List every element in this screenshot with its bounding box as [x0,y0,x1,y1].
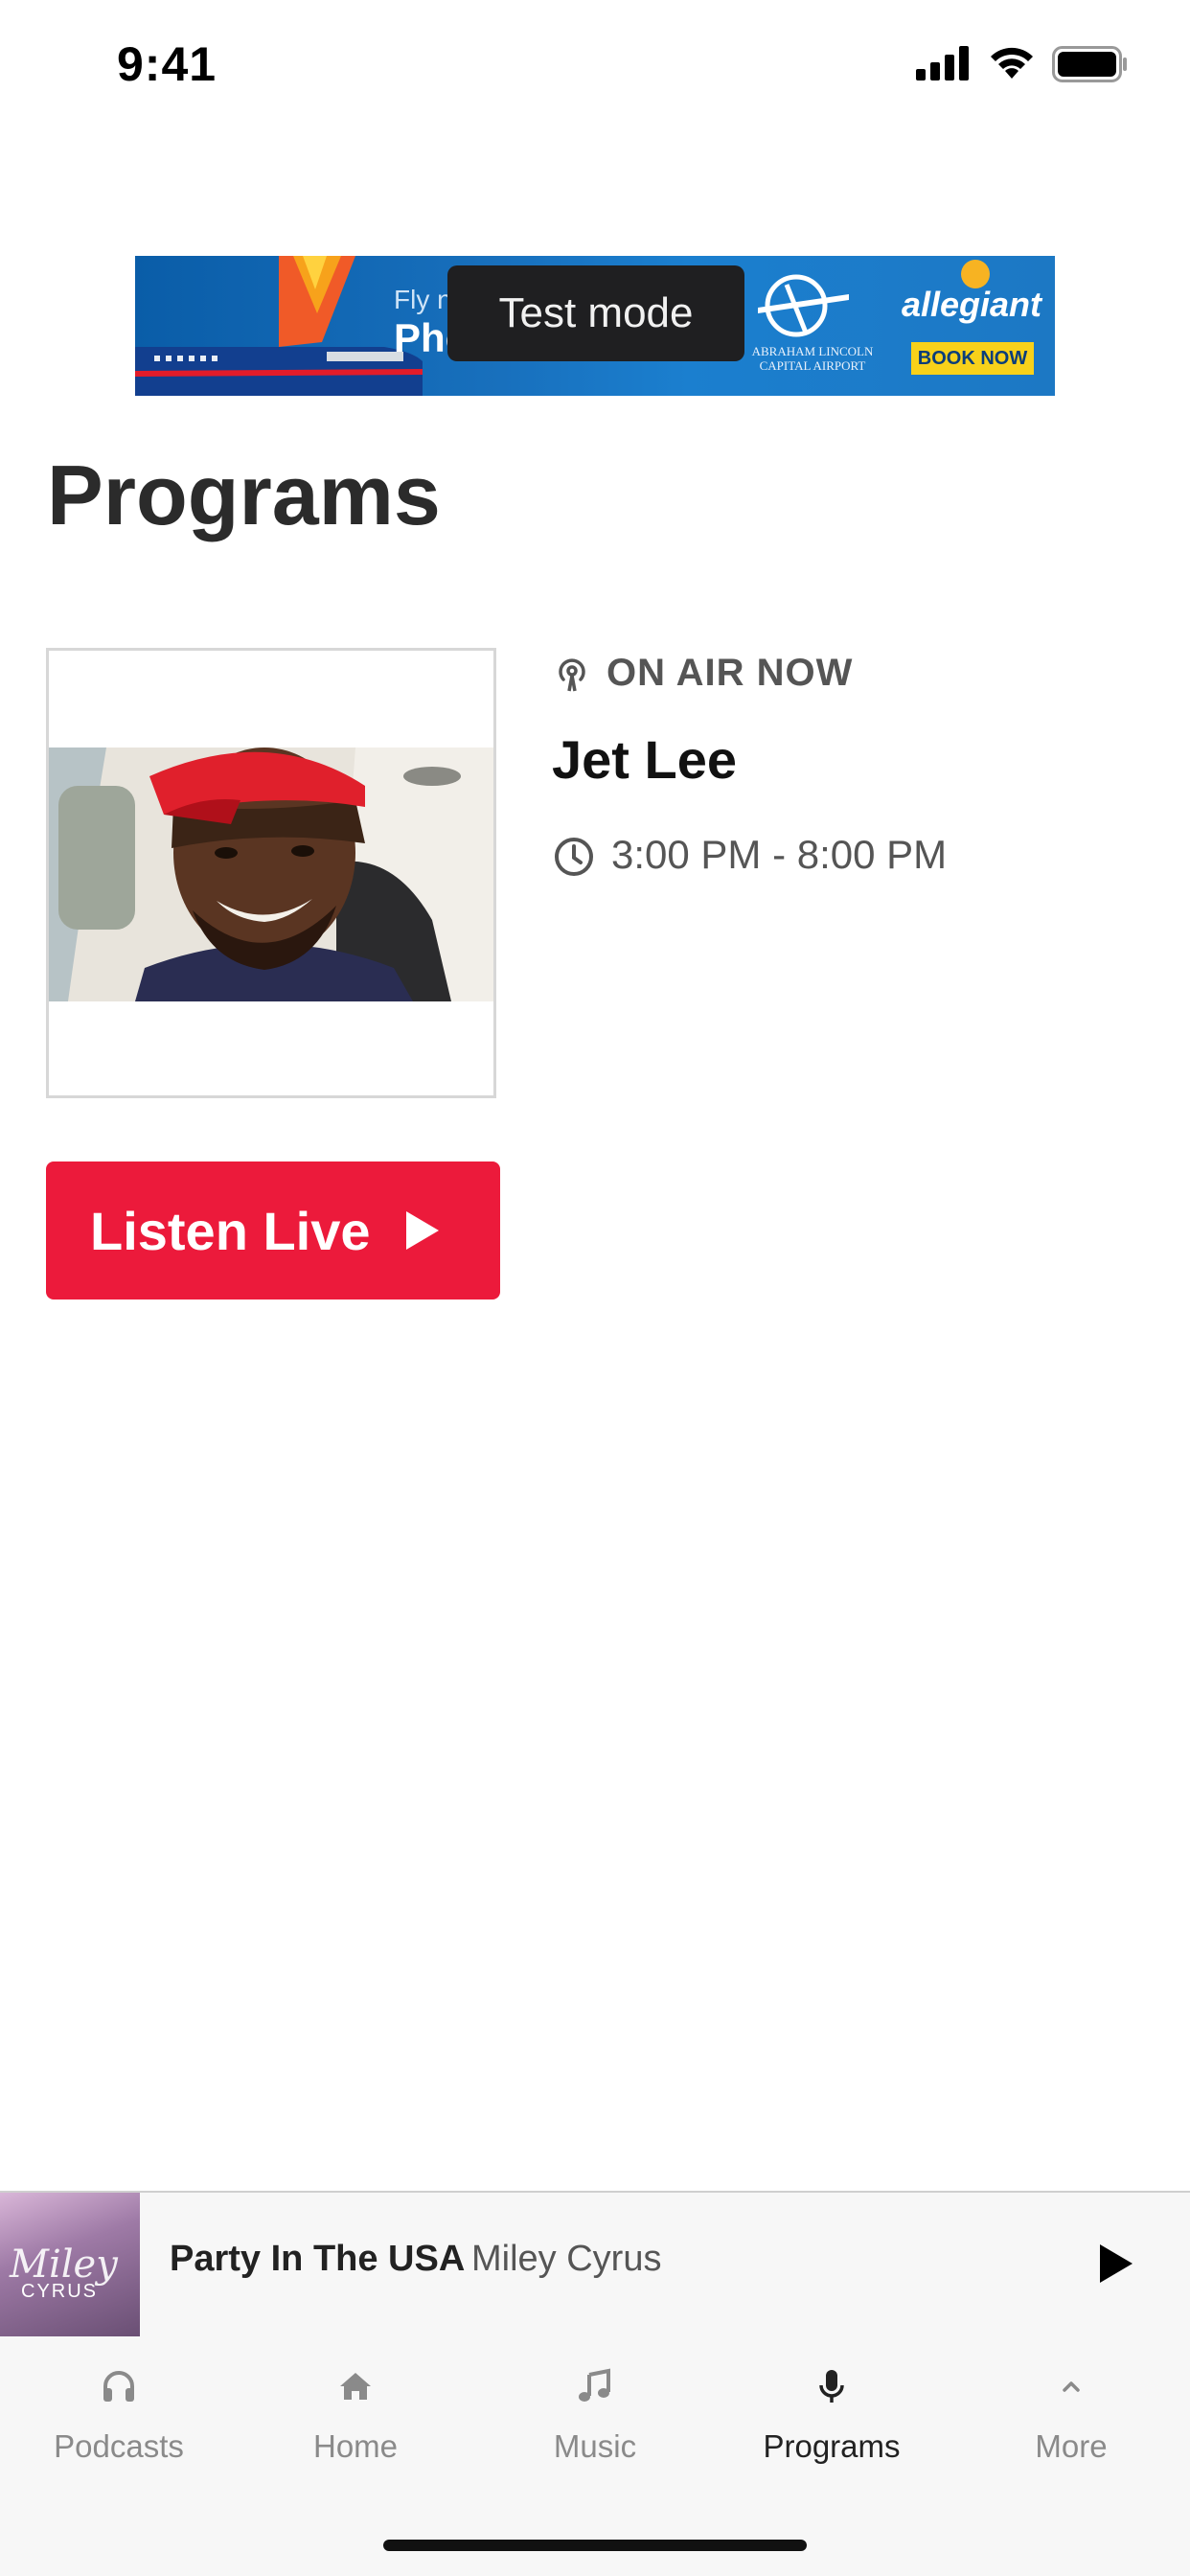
play-icon [406,1211,439,1250]
home-indicator [383,2540,807,2551]
program-time: 3:00 PM - 8:00 PM [611,832,948,877]
home-icon [340,2373,371,2400]
listen-live-label: Listen Live [90,1201,371,1261]
tab-home[interactable]: Home [260,2365,451,2465]
wifi-icon [991,47,1033,79]
tab-podcasts-label: Podcasts [54,2428,184,2464]
tab-programs[interactable]: Programs [736,2365,927,2465]
program-host-name: Jet Lee [552,729,737,790]
on-air-label: ON AIR NOW [606,652,854,694]
airport-logo-icon [758,274,849,337]
tab-music[interactable]: Music [499,2365,691,2465]
tab-podcasts[interactable]: Podcasts [23,2365,215,2465]
tab-more[interactable]: More [975,2365,1167,2465]
status-time: 9:41 [117,37,217,91]
music-note-icon [579,2368,610,2402]
battery-icon [1052,46,1127,82]
now-playing-artist: Miley Cyrus [471,2239,662,2279]
mini-player-play-button[interactable] [1094,2241,1136,2287]
ad-subtext: Fly n [394,285,452,314]
chevron-up-icon [1063,2381,1080,2392]
mini-player[interactable]: Miley CYRUS Party In The USA Miley Cyrus [0,2191,1190,2338]
microphone-icon [819,2370,844,2403]
tab-home-label: Home [312,2428,399,2464]
airport-name: ABRAHAM LINCOLN CAPITAL AIRPORT [751,344,874,373]
clock-icon [555,838,593,876]
listen-live-button[interactable]: Listen Live [46,1162,500,1300]
ad-brand: allegiant [902,285,1042,324]
cellular-signal-icon [916,46,969,80]
tab-more-label: More [1035,2428,1108,2464]
test-mode-badge: Test mode [447,265,744,361]
page-title: Programs [47,448,441,542]
broadcast-icon [553,655,591,702]
album-art-artist: CYRUS [21,2281,99,2302]
airplane-graphic [135,256,423,396]
tab-programs-label: Programs [763,2428,901,2464]
now-playing-song: Party In The USA [170,2239,466,2279]
headphones-icon [103,2371,134,2402]
program-host-image [46,648,496,1098]
host-photo [49,748,493,1001]
album-art: Miley CYRUS [0,2193,140,2336]
tab-music-label: Music [553,2428,637,2464]
book-now-button[interactable]: BOOK NOW [911,342,1034,375]
